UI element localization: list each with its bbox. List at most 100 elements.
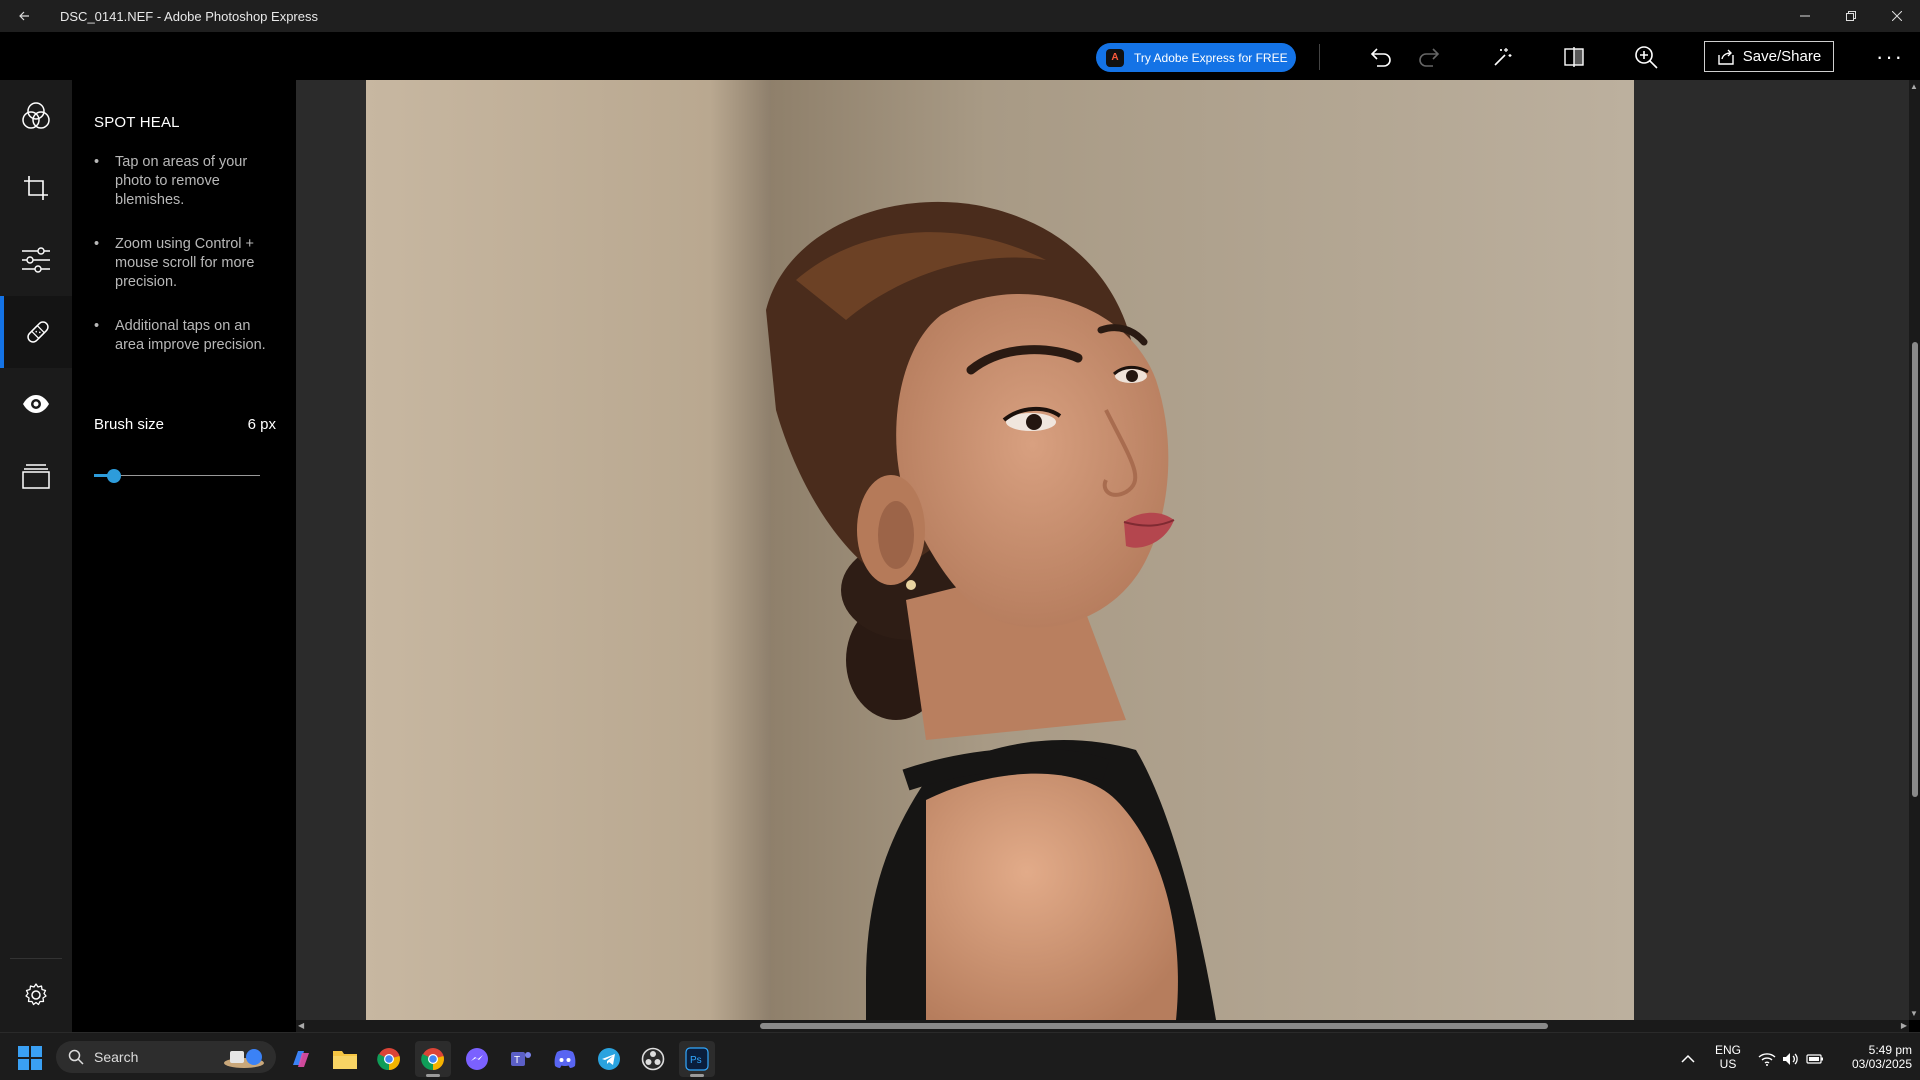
quick-settings-button[interactable]: [1756, 1041, 1826, 1077]
brush-size-slider[interactable]: [94, 468, 260, 484]
brush-size-value: 6 px: [247, 416, 276, 433]
chevron-up-icon: [1681, 1054, 1695, 1063]
copilot-icon: [293, 1051, 309, 1067]
tips-list: Tap on areas of your photo to remove ble…: [94, 153, 280, 380]
taskbar-telegram[interactable]: [591, 1041, 627, 1077]
gear-icon: [25, 983, 47, 1006]
redo-icon: [1419, 48, 1440, 67]
slider-thumb[interactable]: [106, 469, 121, 483]
zoom-button[interactable]: [1630, 42, 1662, 72]
messenger-icon: [466, 1048, 488, 1070]
folder-icon: [333, 1051, 357, 1069]
search-label: Search: [94, 1049, 139, 1065]
more-options-button[interactable]: ···: [1872, 44, 1908, 70]
language-code: ENG: [1714, 1043, 1741, 1057]
show-hidden-icons-button[interactable]: [1670, 1041, 1706, 1077]
tool-rail: [0, 80, 72, 1032]
search-highlight-icon: [224, 1049, 264, 1068]
toolbar-divider: [1319, 44, 1320, 70]
volume-icon: [1783, 1053, 1798, 1065]
close-button[interactable]: [1874, 0, 1920, 32]
save-share-label: Save/Share: [1742, 48, 1822, 65]
canvas-area[interactable]: [296, 80, 1912, 1020]
compare-button[interactable]: [1558, 42, 1590, 72]
compare-icon: [1564, 47, 1584, 67]
spot-heal-icon: [27, 321, 49, 343]
telegram-icon: [598, 1048, 620, 1070]
clock-time: 5:49 pm: [1868, 1043, 1912, 1057]
taskbar-search[interactable]: Search: [56, 1041, 276, 1073]
rail-item-red-eye[interactable]: [0, 368, 72, 440]
horizontal-scrollbar[interactable]: ◀ ▶: [296, 1020, 1909, 1032]
taskbar-chrome-profile[interactable]: [415, 1041, 451, 1077]
photoshop-express-icon: Ps: [685, 1047, 709, 1071]
battery-icon: [1806, 1054, 1823, 1064]
restore-icon: [1846, 11, 1856, 21]
panel-title: SPOT HEAL: [94, 114, 180, 131]
taskbar-copilot[interactable]: [283, 1041, 319, 1077]
active-indicator: [690, 1074, 704, 1077]
looks-icon: [22, 102, 50, 129]
search-icon: [68, 1049, 84, 1065]
rail-item-spot-heal[interactable]: [0, 296, 72, 368]
scroll-up-icon[interactable]: ▲: [1910, 82, 1918, 91]
active-indicator: [426, 1074, 440, 1077]
scroll-right-icon[interactable]: ▶: [1901, 1021, 1907, 1030]
discord-icon: [554, 1050, 576, 1068]
edited-photo[interactable]: [366, 80, 1634, 1020]
minimize-icon: [1800, 15, 1810, 17]
language-indicator[interactable]: ENG US: [1708, 1043, 1748, 1071]
eye-icon: [23, 395, 49, 413]
taskbar-messenger[interactable]: [459, 1041, 495, 1077]
teams-icon: T: [511, 1052, 531, 1066]
chrome-icon: [377, 1048, 400, 1071]
vertical-scroll-thumb[interactable]: [1912, 342, 1918, 797]
restore-button[interactable]: [1828, 0, 1874, 32]
taskbar-file-explorer[interactable]: [327, 1041, 363, 1077]
top-toolbar: A Try Adobe Express for FREE Save/Share …: [0, 32, 1920, 80]
magic-wand-icon: [1494, 48, 1512, 66]
tip-item: Additional taps on an area improve preci…: [94, 317, 280, 355]
undo-button[interactable]: [1364, 42, 1396, 72]
svg-text:Ps: Ps: [690, 1055, 702, 1066]
tip-item: Zoom using Control + mouse scroll for mo…: [94, 235, 280, 292]
obs-icon: [641, 1047, 665, 1071]
crop-icon: [24, 176, 48, 200]
tip-item: Tap on areas of your photo to remove ble…: [94, 153, 280, 210]
clock-date: 03/03/2025: [1851, 1057, 1912, 1071]
redo-button[interactable]: [1414, 42, 1446, 72]
close-icon: [1892, 11, 1902, 21]
auto-enhance-button[interactable]: [1486, 42, 1518, 72]
try-adobe-express-button[interactable]: A Try Adobe Express for FREE: [1096, 43, 1296, 72]
settings-button[interactable]: [0, 959, 72, 1031]
rail-item-adjustments[interactable]: [0, 224, 72, 296]
undo-icon: [1370, 48, 1391, 67]
system-clock[interactable]: 5:49 pm 03/03/2025: [1824, 1043, 1912, 1071]
share-icon: [1718, 49, 1734, 65]
try-adobe-express-label: Try Adobe Express for FREE: [1134, 50, 1288, 65]
scroll-left-icon[interactable]: ◀: [298, 1021, 304, 1030]
minimize-button[interactable]: [1782, 0, 1828, 32]
scroll-down-icon[interactable]: ▼: [1910, 1009, 1918, 1018]
rail-item-crop[interactable]: [0, 152, 72, 224]
window-title: DSC_0141.NEF - Adobe Photoshop Express: [60, 8, 318, 24]
title-bar: DSC_0141.NEF - Adobe Photoshop Express: [0, 0, 1920, 32]
vertical-scrollbar[interactable]: ▲ ▼: [1909, 80, 1920, 1020]
taskbar-teams[interactable]: T: [503, 1041, 539, 1077]
wifi-icon: [1758, 1053, 1776, 1066]
taskbar-obs[interactable]: [635, 1041, 671, 1077]
horizontal-scroll-thumb[interactable]: [760, 1023, 1548, 1029]
rail-item-looks[interactable]: [0, 80, 72, 152]
back-button[interactable]: [0, 0, 48, 32]
taskbar-discord[interactable]: [547, 1041, 583, 1077]
rail-item-layers[interactable]: [0, 440, 72, 512]
chrome-icon: [421, 1048, 444, 1071]
taskbar: Search T Ps ENG US 5:49 pm 03/03/2025: [0, 1032, 1920, 1080]
taskbar-chrome[interactable]: [371, 1041, 407, 1077]
start-button[interactable]: [18, 1046, 42, 1070]
save-share-button[interactable]: Save/Share: [1704, 41, 1834, 72]
taskbar-photoshop-express[interactable]: Ps: [679, 1041, 715, 1077]
adobe-express-logo-icon: A: [1106, 48, 1124, 67]
portrait-image: [366, 80, 1634, 1020]
arrow-left-icon: [19, 11, 29, 21]
